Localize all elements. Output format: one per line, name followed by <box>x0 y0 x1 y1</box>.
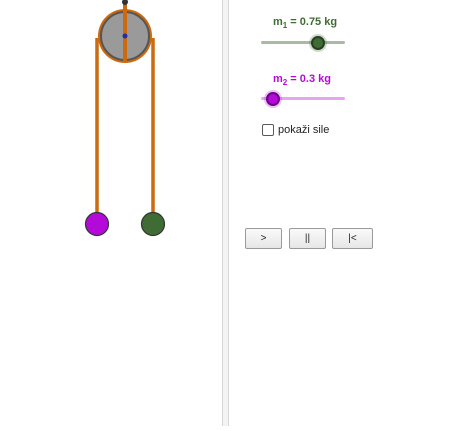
show-forces-checkbox[interactable] <box>262 124 274 136</box>
view-divider[interactable] <box>222 0 229 426</box>
m1-label-prefix: m <box>273 16 283 28</box>
m1-label: m1 = 0.75 kg <box>273 16 337 30</box>
m2-slider-thumb[interactable] <box>265 92 280 106</box>
mass-m1[interactable] <box>140 211 166 237</box>
pulley-axle-top <box>122 0 128 5</box>
m1-slider-thumb[interactable] <box>311 36 326 50</box>
play-button[interactable]: > <box>245 228 282 249</box>
reset-button[interactable]: |< <box>332 228 373 249</box>
show-forces-label: pokaži sile <box>278 124 330 136</box>
pulley-center <box>122 33 128 39</box>
m2-label-prefix: m <box>273 73 283 85</box>
mass-m2[interactable] <box>84 211 110 237</box>
m1-label-suffix: = 0.75 kg <box>287 16 338 28</box>
graphics-view <box>0 0 222 426</box>
m1-slider-track[interactable] <box>261 41 345 44</box>
m2-label: m2 = 0.3 kg <box>273 73 331 87</box>
pulley-system <box>84 0 166 237</box>
control-panel: m1 = 0.75 kg m2 = 0.3 kg pokaži sile > |… <box>230 0 452 426</box>
show-forces-toggle[interactable]: pokaži sile <box>262 124 329 136</box>
m2-label-suffix: = 0.3 kg <box>287 73 331 85</box>
pause-button[interactable]: || <box>289 228 326 249</box>
